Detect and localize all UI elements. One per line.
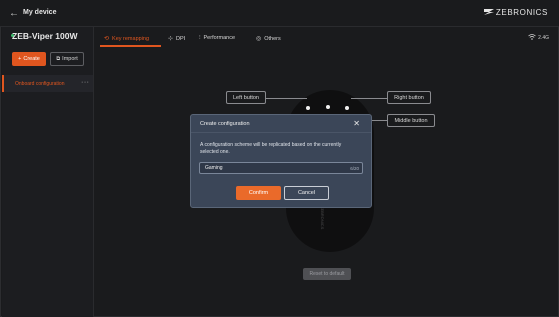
left-button-label[interactable]: Left button — [226, 91, 266, 104]
middle-button-label[interactable]: Middle button — [387, 114, 435, 127]
sidebar — [2, 27, 94, 317]
connection-indicator: 2.4G — [528, 34, 549, 41]
more-options-icon[interactable]: ··· — [81, 79, 90, 86]
remap-icon: ⟲ — [104, 36, 110, 42]
tab-label: Key remapping — [112, 36, 150, 42]
import-button[interactable]: ⧉ Import — [50, 52, 84, 66]
back-arrow-icon[interactable]: ← — [9, 8, 19, 19]
tab-dpi[interactable]: ⊹ DPI — [168, 35, 185, 42]
sliders-icon: ⫶ — [199, 35, 201, 41]
config-name-input[interactable] — [199, 162, 363, 174]
tab-label: Performance — [203, 35, 236, 41]
left-button-leader — [265, 98, 307, 99]
active-tab-indicator — [100, 45, 161, 47]
right-button-leader — [351, 98, 387, 99]
brand-name: ZEBRONICS — [495, 8, 548, 17]
right-button-label[interactable]: Right button — [387, 91, 431, 104]
brand-logo: ZEBRONICS — [483, 8, 548, 17]
tab-label: Others — [264, 36, 281, 42]
plus-icon: + — [18, 56, 22, 62]
tab-performance[interactable]: ⫶ Performance — [199, 35, 235, 42]
import-button-label: Import — [62, 56, 78, 62]
cancel-button[interactable]: Cancel — [284, 186, 329, 200]
wifi-icon — [528, 34, 536, 40]
confirm-button[interactable]: Confirm — [236, 186, 281, 200]
tab-label: DPI — [176, 36, 186, 42]
window-title: My device — [23, 9, 57, 16]
char-counter: 6/20 — [350, 166, 359, 171]
config-list-item-label: Onboard configuration — [15, 81, 65, 87]
dialog-title: Create configuration — [200, 121, 250, 127]
brand-mark-icon — [483, 9, 494, 15]
title-bar: ← My device ZEBRONICS — [0, 0, 559, 27]
right-button-marker[interactable] — [345, 106, 349, 110]
settings-icon: ◎ — [256, 36, 262, 42]
tab-key-remapping[interactable]: ⟲ Key remapping — [104, 35, 149, 42]
close-icon[interactable]: ✕ — [353, 119, 360, 128]
create-button-label: Create — [23, 56, 40, 62]
create-button[interactable]: + Create — [12, 52, 46, 66]
middle-button-marker[interactable] — [326, 105, 330, 109]
tab-others[interactable]: ◎ Others — [256, 35, 281, 42]
reset-to-default-button[interactable]: Reset to default — [303, 268, 351, 280]
device-name: ZEB-Viper 100W — [12, 31, 78, 41]
create-configuration-dialog: Create configuration ✕ A configuration s… — [190, 114, 372, 208]
mouse-logo: ZEBRONICS — [320, 206, 325, 230]
connection-label: 2.4G — [538, 35, 549, 41]
config-list-item[interactable]: Onboard configuration ··· — [2, 75, 93, 92]
crosshair-icon: ⊹ — [168, 36, 174, 42]
import-icon: ⧉ — [56, 55, 61, 62]
left-button-marker[interactable] — [306, 106, 310, 110]
dialog-description: A configuration scheme will be replicate… — [200, 142, 342, 155]
dialog-divider — [191, 132, 371, 133]
